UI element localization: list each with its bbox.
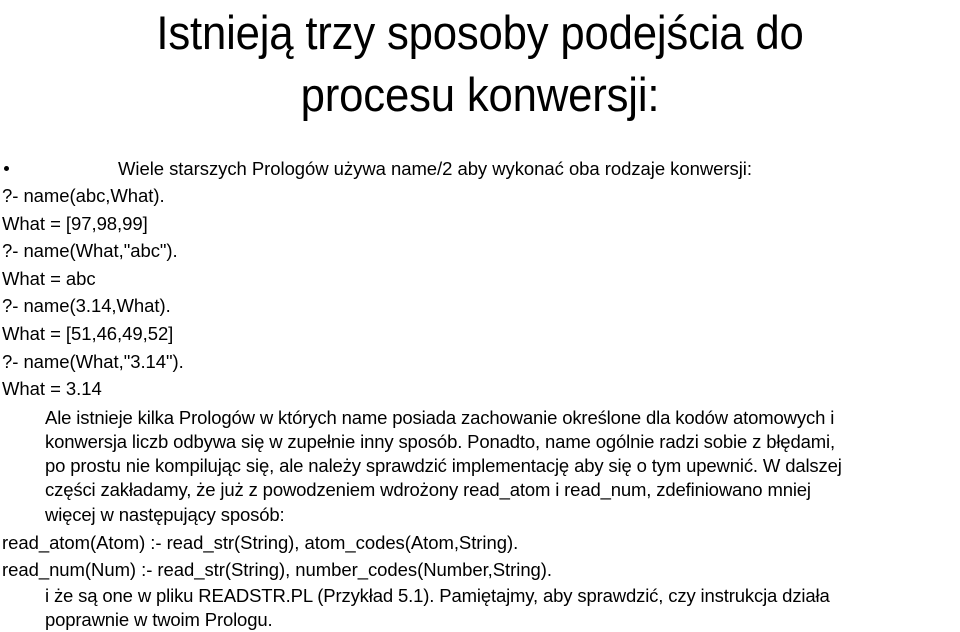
body-paragraph: Ale istnieje kilka Prologów w których na… (0, 406, 960, 527)
paragraph-line: konwersja liczb odbywa się w zupełnie in… (45, 430, 835, 452)
predicate-block: read_atom(Atom) :- read_str(String), ato… (0, 529, 960, 584)
paragraph-line: Ale istnieje kilka Prologów w których na… (45, 406, 835, 428)
closing-line: i że są one w pliku READSTR.PL (Przykład… (45, 584, 830, 606)
closing-line: poprawnie w twoim Prologu. (45, 609, 273, 631)
closing-paragraph: i że są one w pliku READSTR.PL (Przykład… (0, 584, 960, 632)
slide-canvas: Istnieją trzy sposoby podejścia do proce… (0, 0, 960, 630)
paragraph-line: części zakładamy, że już z powodzeniem w… (45, 479, 811, 501)
code-line: What = abc (2, 267, 96, 289)
page-title: Istnieją trzy sposoby podejścia do proce… (0, 2, 960, 126)
code-line: ?- name(abc,What). (2, 185, 165, 206)
code-line: ?- name(What,"3.14"). (2, 350, 184, 372)
code-line: What = [51,46,49,52] (2, 322, 174, 344)
paragraph-line: więcej w następujący sposób: (45, 503, 285, 525)
list-item-label: Wiele starszych Prologów używa name/2 ab… (118, 158, 752, 179)
predicate-line: read_num(Num) :- read_str(String), numbe… (2, 559, 552, 581)
code-line: What = 3.14 (2, 378, 102, 400)
page-title-line-1: Istnieją trzy sposoby podejścia do (156, 6, 804, 59)
code-line: What = [97,98,99] (2, 212, 148, 234)
code-line: ?- name(What,"abc"). (2, 240, 178, 262)
list-item: Wiele starszych Prologów używa name/2 ab… (0, 155, 960, 182)
slide-body: Wiele starszych Prologów używa name/2 ab… (0, 155, 960, 632)
code-line: ?- name(3.14,What). (2, 295, 171, 317)
paragraph-line: po prostu nie kompilując się, ale należy… (45, 455, 842, 477)
code-block: ?- name(abc,What). What = [97,98,99] ?- … (0, 182, 960, 403)
page-title-line-2: procesu konwersji: (300, 68, 660, 121)
bullet-dot-icon (4, 166, 9, 171)
predicate-line: read_atom(Atom) :- read_str(String), ato… (2, 531, 519, 553)
